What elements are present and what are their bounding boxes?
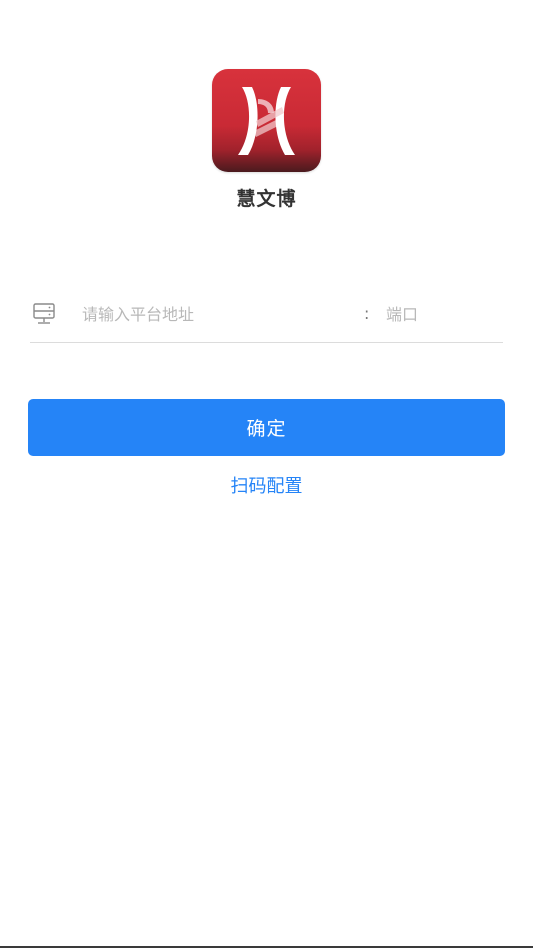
scan-config-link[interactable]: 扫码配置 — [0, 472, 533, 498]
app-logo — [212, 69, 321, 172]
address-input[interactable] — [82, 300, 352, 328]
address-port-separator: : — [364, 304, 370, 323]
platform-address-row: : — [30, 292, 503, 343]
app-name: 慧文博 — [236, 188, 297, 210]
confirm-button[interactable]: 确定 — [28, 399, 505, 456]
server-icon — [33, 303, 55, 324]
config-screen: 慧文博 : 确定 扫码配置 — [0, 0, 533, 948]
port-input[interactable] — [386, 300, 496, 328]
huiwenbo-logo-icon — [238, 87, 295, 155]
